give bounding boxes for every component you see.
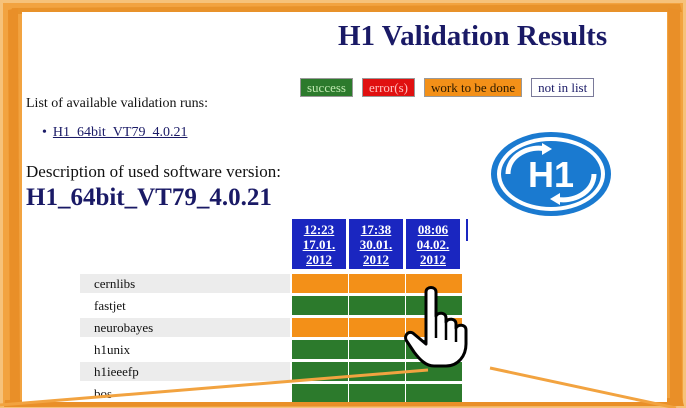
col1-date[interactable]: 17.01. bbox=[292, 237, 346, 252]
description-label: Description of used software version: bbox=[26, 162, 281, 181]
col3-date[interactable]: 04.02. bbox=[406, 237, 460, 252]
status-legend: success error(s) work to be done not in … bbox=[300, 78, 595, 97]
legend-work-to-be-done: work to be done bbox=[423, 78, 523, 97]
status-cell-neurobayes-2[interactable] bbox=[349, 318, 405, 337]
row-label-neurobayes: neurobayes bbox=[80, 318, 290, 337]
row-label-h1unix: h1unix bbox=[94, 342, 131, 357]
status-cell-fastjet-1[interactable] bbox=[292, 296, 348, 315]
run-link-item[interactable]: • H1_64bit_VT79_4.0.21 bbox=[42, 125, 187, 141]
status-cell-bos-3[interactable] bbox=[406, 384, 462, 402]
row-label-fastjet: fastjet bbox=[94, 298, 126, 313]
column-header-1[interactable]: 12:23 17.01. 2012 bbox=[292, 219, 346, 269]
legend-not-in-list: not in list bbox=[531, 78, 595, 97]
version-heading: H1_64bit_VT79_4.0.21 bbox=[26, 184, 272, 211]
status-cell-h1unix-2[interactable] bbox=[349, 340, 405, 359]
h1-logo-icon: H1 bbox=[491, 132, 611, 216]
col1-time[interactable]: 12:23 bbox=[292, 222, 346, 237]
h1-logo-text: H1 bbox=[528, 154, 574, 195]
hand-pointer-icon bbox=[404, 286, 468, 368]
page-title: H1 Validation Results bbox=[338, 20, 608, 52]
runs-list-label: List of available validation runs: bbox=[26, 96, 208, 111]
status-cell-h1ieeefp-1[interactable] bbox=[292, 362, 348, 381]
run-link-text[interactable]: H1_64bit_VT79_4.0.21 bbox=[53, 125, 188, 140]
legend-success: success bbox=[300, 78, 353, 97]
status-cell-fastjet-2[interactable] bbox=[349, 296, 405, 315]
status-cell-bos-2[interactable] bbox=[349, 384, 405, 402]
status-cell-bos-1[interactable] bbox=[292, 384, 348, 402]
col2-year[interactable]: 2012 bbox=[349, 252, 403, 267]
col2-time[interactable]: 17:38 bbox=[349, 222, 403, 237]
status-cell-cernlibs-1[interactable] bbox=[292, 274, 348, 293]
row-label-bos: bos bbox=[94, 386, 113, 401]
row-label-cernlibs: cernlibs bbox=[80, 274, 290, 293]
status-cell-neurobayes-1[interactable] bbox=[292, 318, 348, 337]
col1-year[interactable]: 2012 bbox=[292, 252, 346, 267]
status-cell-h1ieeefp-2[interactable] bbox=[349, 362, 405, 381]
column-header-2[interactable]: 17:38 30.01. 2012 bbox=[349, 219, 403, 269]
status-cell-cernlibs-2[interactable] bbox=[349, 274, 405, 293]
row-label-h1ieeefp: h1ieeefp bbox=[80, 362, 290, 381]
text-cursor bbox=[466, 219, 468, 241]
legend-error: error(s) bbox=[362, 78, 415, 97]
browser-page: H1 Validation Results success error(s) w… bbox=[22, 12, 667, 402]
col3-year[interactable]: 2012 bbox=[406, 252, 460, 267]
col3-time[interactable]: 08:06 bbox=[406, 222, 460, 237]
col2-date[interactable]: 30.01. bbox=[349, 237, 403, 252]
bullet-icon: • bbox=[42, 125, 47, 140]
status-cell-h1unix-1[interactable] bbox=[292, 340, 348, 359]
column-header-3[interactable]: 08:06 04.02. 2012 bbox=[406, 219, 460, 269]
